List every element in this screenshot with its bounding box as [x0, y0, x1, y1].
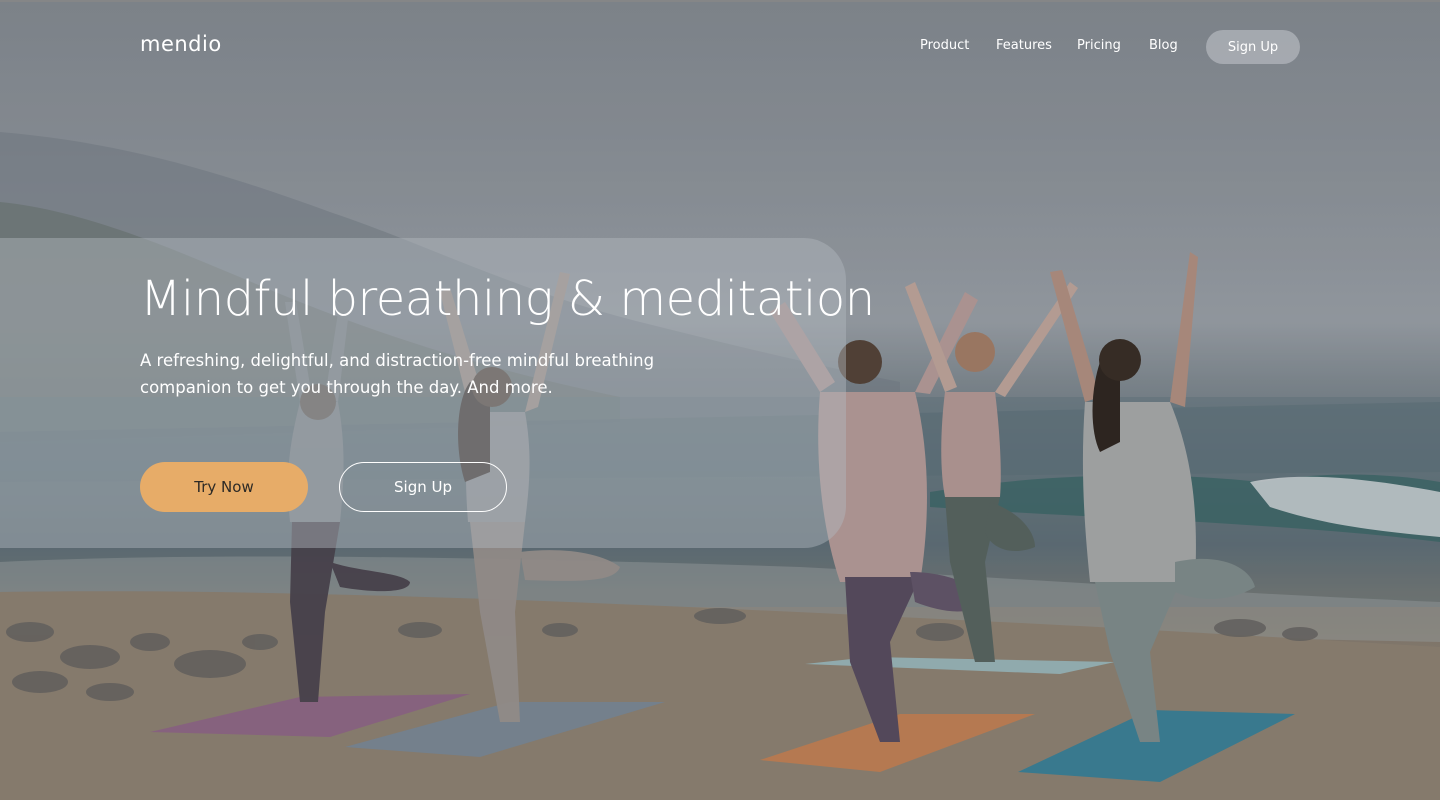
nav-link-product[interactable]: Product — [920, 38, 969, 53]
hero-title: Mindful breathing & meditation — [140, 271, 875, 327]
nav-link-blog[interactable]: Blog — [1149, 38, 1178, 53]
nav-link-features[interactable]: Features — [996, 38, 1052, 53]
hero-signup-button[interactable]: Sign Up — [339, 462, 507, 512]
navbar: mendio Product Features Pricing Blog Sig… — [0, 0, 1440, 94]
nav-signup-button[interactable]: Sign Up — [1206, 30, 1300, 64]
hero-subtitle: A refreshing, delightful, and distractio… — [140, 351, 655, 397]
nav-link-pricing[interactable]: Pricing — [1077, 38, 1121, 53]
try-now-button[interactable]: Try Now — [140, 462, 308, 512]
